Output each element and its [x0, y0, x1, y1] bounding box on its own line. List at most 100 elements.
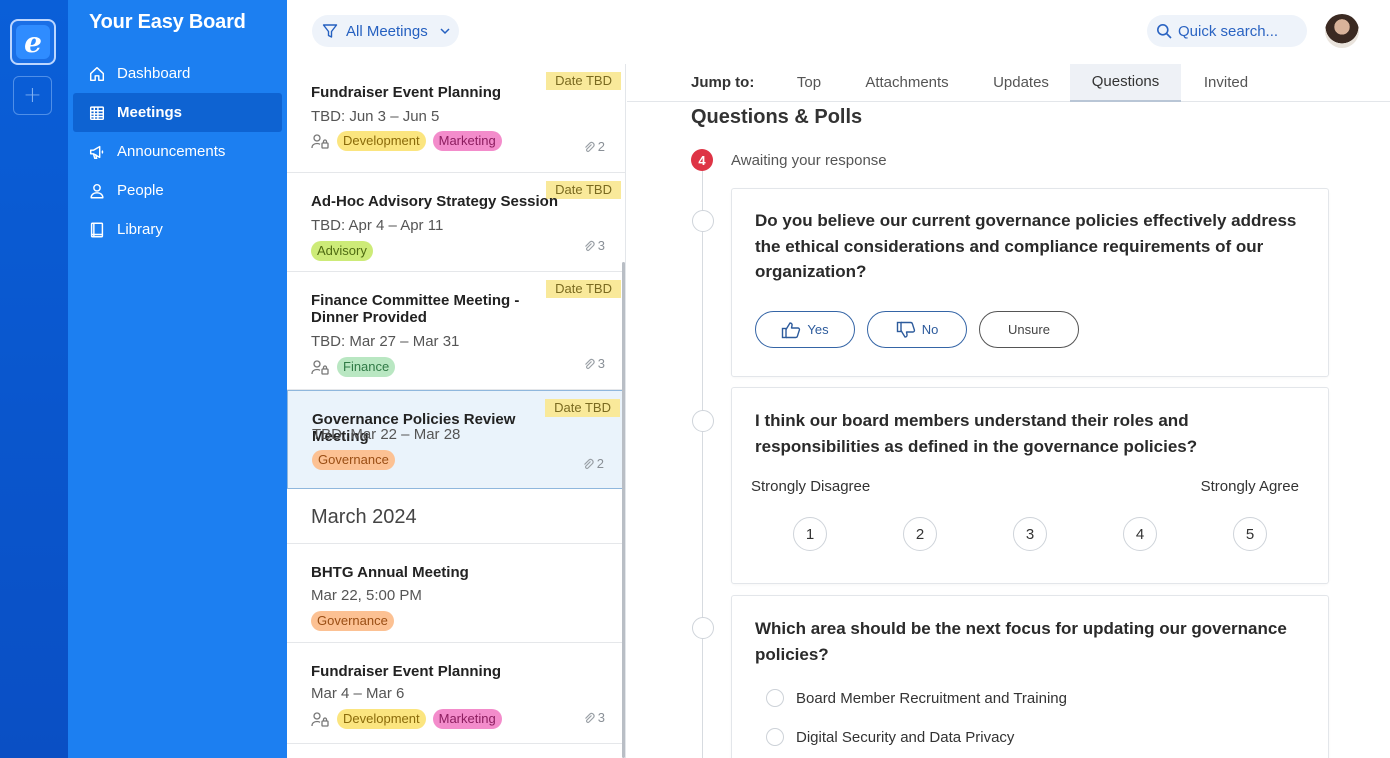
- scale-option-3[interactable]: 3: [1013, 517, 1047, 551]
- sidebar-item-library[interactable]: Library: [73, 210, 282, 249]
- sidebar-item-label: Meetings: [117, 104, 183, 121]
- paperclip-icon: [584, 240, 595, 251]
- paperclip-icon: [584, 712, 595, 723]
- meeting-date: TBD: Mar 27 – Mar 31: [311, 333, 460, 350]
- meeting-card[interactable]: Date TBD Fundraiser Event Planning TBD: …: [287, 64, 625, 173]
- tag-development: Development: [337, 131, 426, 151]
- attachment-count-value: 3: [597, 238, 605, 253]
- logo-icon: e: [16, 25, 50, 59]
- thumbs-up-icon: [782, 321, 801, 338]
- scale-option-4[interactable]: 4: [1123, 517, 1157, 551]
- meeting-tags: Development Marketing: [311, 709, 502, 729]
- sidebar-nav: Dashboard Meetings Announcements People …: [73, 54, 282, 249]
- tag-advisory: Advisory: [311, 241, 373, 261]
- vote-unsure-button[interactable]: Unsure: [979, 311, 1079, 348]
- meeting-card[interactable]: BHTG Annual Meeting Mar 22, 5:00 PM Gove…: [287, 544, 625, 643]
- choice-option[interactable]: Digital Security and Data Privacy: [766, 728, 1014, 746]
- person-icon: [90, 183, 104, 198]
- radio-button[interactable]: [766, 728, 784, 746]
- vote-yes-label: Yes: [807, 322, 829, 337]
- radio-button[interactable]: [766, 689, 784, 707]
- meeting-tags: Advisory: [311, 241, 373, 261]
- attachment-count: 2: [582, 456, 604, 471]
- attachment-count: 3: [583, 710, 605, 725]
- meeting-card[interactable]: Date TBD Finance Committee Meeting - Din…: [287, 272, 625, 390]
- meeting-title: BHTG Annual Meeting: [311, 564, 469, 581]
- choice-label: Digital Security and Data Privacy: [796, 728, 1015, 746]
- sidebar-item-label: Announcements: [117, 143, 226, 160]
- home-icon: [89, 66, 105, 81]
- meeting-date: TBD: Apr 4 – Apr 11: [311, 217, 444, 234]
- tag-marketing: Marketing: [432, 131, 502, 151]
- vote-yes-button[interactable]: Yes: [755, 311, 855, 348]
- tab-updates[interactable]: Updates: [972, 64, 1070, 102]
- attachment-count: 2: [583, 139, 605, 154]
- sidebar-item-announcements[interactable]: Announcements: [73, 132, 282, 171]
- meeting-tags: Development Marketing: [311, 131, 502, 151]
- attachment-count-value: 2: [597, 139, 605, 154]
- scale-option-5[interactable]: 5: [1233, 517, 1267, 551]
- private-user-icon: [311, 712, 329, 727]
- awaiting-text: Awaiting your response: [731, 152, 887, 169]
- chevron-down-icon: [440, 28, 450, 35]
- filter-label: All Meetings: [346, 22, 428, 40]
- user-avatar[interactable]: [1325, 14, 1359, 48]
- sidebar-item-people[interactable]: People: [73, 171, 282, 210]
- thumbs-down-icon: [896, 321, 915, 338]
- vote-no-label: No: [921, 322, 939, 337]
- meeting-card-selected[interactable]: Date TBD Governance Policies Review Meet…: [287, 390, 625, 489]
- question-card-multiple-choice: Which area should be the next focus for …: [731, 595, 1329, 758]
- jump-to-bar: Jump to: Top Attachments Updates Questio…: [627, 64, 1390, 102]
- private-user-icon: [311, 134, 329, 149]
- search-icon: [1157, 24, 1172, 39]
- tab-attachments[interactable]: Attachments: [842, 64, 972, 102]
- sidebar-item-label: People: [117, 182, 164, 199]
- tab-questions[interactable]: Questions: [1070, 64, 1181, 102]
- calendar-icon: [89, 105, 105, 120]
- scale-option-2[interactable]: 2: [903, 517, 937, 551]
- meeting-filter-dropdown[interactable]: All Meetings: [312, 15, 459, 47]
- paperclip-icon: [583, 458, 594, 469]
- choice-label: Board Member Recruitment and Training: [796, 689, 1067, 707]
- tab-top[interactable]: Top: [776, 64, 842, 102]
- meeting-date: TBD: Mar 22 – Mar 28: [312, 426, 461, 443]
- meeting-card[interactable]: Date TBD Ad-Hoc Advisory Strategy Sessio…: [287, 173, 625, 272]
- choice-option[interactable]: Board Member Recruitment and Training: [766, 689, 1067, 707]
- meeting-title: Fundraiser Event Planning: [311, 663, 502, 680]
- scale-option-1[interactable]: 1: [793, 517, 827, 551]
- timeline-line: [702, 168, 703, 758]
- scale-high-label: Strongly Agree: [1200, 478, 1299, 495]
- month-header: March 2024: [311, 506, 417, 528]
- megaphone-icon: [89, 145, 104, 159]
- timeline-dot: [692, 617, 714, 639]
- question-text: Do you believe our current governance po…: [755, 211, 1297, 281]
- top-bar: All Meetings: [287, 0, 1390, 64]
- list-scrollbar[interactable]: [622, 262, 625, 758]
- scale-low-label: Strongly Disagree: [751, 478, 871, 495]
- meeting-detail: Jump to: Top Attachments Updates Questio…: [627, 64, 1390, 758]
- add-workspace-button[interactable]: +: [13, 76, 52, 115]
- awaiting-count-badge: 4: [691, 149, 713, 171]
- paperclip-icon: [584, 141, 595, 152]
- sidebar-item-meetings[interactable]: Meetings: [73, 93, 282, 132]
- meeting-title: Ad-Hoc Advisory Strategy Session: [311, 193, 559, 210]
- meeting-tags: Governance: [312, 450, 395, 470]
- meeting-date: TBD: Jun 3 – Jun 5: [311, 108, 440, 125]
- meeting-title: Finance Committee Meeting - Dinner Provi…: [311, 292, 520, 326]
- filter-icon: [322, 24, 338, 38]
- meeting-tags: Finance: [311, 357, 396, 377]
- meeting-card[interactable]: Fundraiser Event Planning Mar 4 – Mar 6 …: [287, 643, 625, 744]
- quick-search: [1147, 15, 1307, 47]
- vote-no-button[interactable]: No: [867, 311, 967, 348]
- meeting-date: Mar 22, 5:00 PM: [311, 587, 422, 604]
- tab-invited[interactable]: Invited: [1181, 64, 1271, 102]
- question-text: Which area should be the next focus for …: [755, 619, 1287, 664]
- book-icon: [90, 222, 104, 237]
- question-card-yes-no: Do you believe our current governance po…: [731, 188, 1329, 377]
- sidebar-item-label: Library: [117, 221, 163, 238]
- brand-title: Your Easy Board: [89, 11, 246, 33]
- sidebar-item-dashboard[interactable]: Dashboard: [73, 54, 282, 93]
- search-input[interactable]: [1178, 22, 1296, 40]
- tag-governance: Governance: [311, 611, 394, 631]
- workspace-logo-button[interactable]: e: [10, 19, 56, 65]
